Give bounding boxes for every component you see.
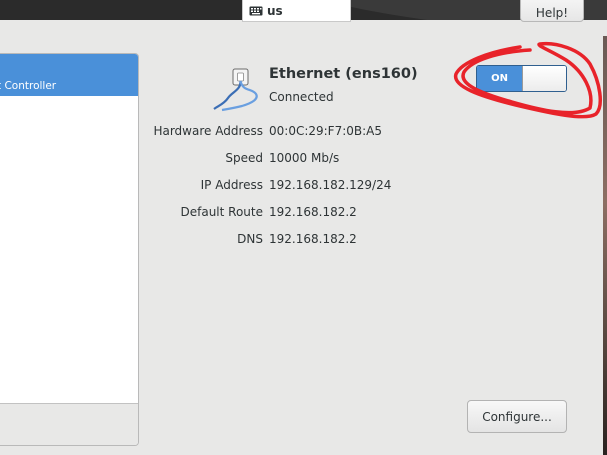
detail-label: Default Route <box>180 205 264 219</box>
device-status: Connected <box>269 90 334 104</box>
detail-row-default-route: Default Route 192.168.182.2 <box>140 205 580 221</box>
background-strip <box>603 36 607 455</box>
detail-row-ip-address: IP Address 192.168.182.129/24 <box>140 178 580 194</box>
device-power-toggle[interactable]: ON <box>476 65 567 92</box>
keyboard-layout-label: us <box>267 3 283 18</box>
detail-row-speed: Speed 10000 Mb/s <box>140 151 580 167</box>
device-list-toolbar <box>0 403 138 445</box>
configure-button[interactable]: Configure... <box>467 400 567 433</box>
device-name: Ethernet (ens160) <box>269 66 418 82</box>
toggle-on-label: ON <box>477 66 522 91</box>
device-list-item-selected[interactable]: t Controller <box>0 54 138 96</box>
detail-value: 00:0C:29:F7:0B:A5 <box>269 124 383 138</box>
detail-row-hardware-address: Hardware Address 00:0C:29:F7:0B:A5 <box>140 124 580 140</box>
keyboard-icon <box>249 6 263 15</box>
device-list-item-label: t Controller <box>0 80 57 92</box>
keyboard-layout-indicator[interactable]: us <box>242 0 351 22</box>
topbar-lower-area <box>0 20 607 36</box>
ethernet-cable-icon <box>213 68 258 112</box>
device-list: t Controller <box>0 53 139 446</box>
detail-value: 192.168.182.2 <box>269 232 357 246</box>
detail-label: DNS <box>237 232 263 246</box>
detail-label: IP Address <box>200 178 263 192</box>
detail-label: Speed <box>225 151 263 165</box>
detail-value: 192.168.182.129/24 <box>269 178 392 192</box>
detail-label: Hardware Address <box>153 124 263 138</box>
help-button[interactable]: Help! <box>520 0 584 22</box>
detail-value: 10000 Mb/s <box>269 151 340 165</box>
toggle-knob[interactable] <box>522 66 566 91</box>
detail-value: 192.168.182.2 <box>269 205 357 219</box>
detail-row-dns: DNS 192.168.182.2 <box>140 232 580 248</box>
